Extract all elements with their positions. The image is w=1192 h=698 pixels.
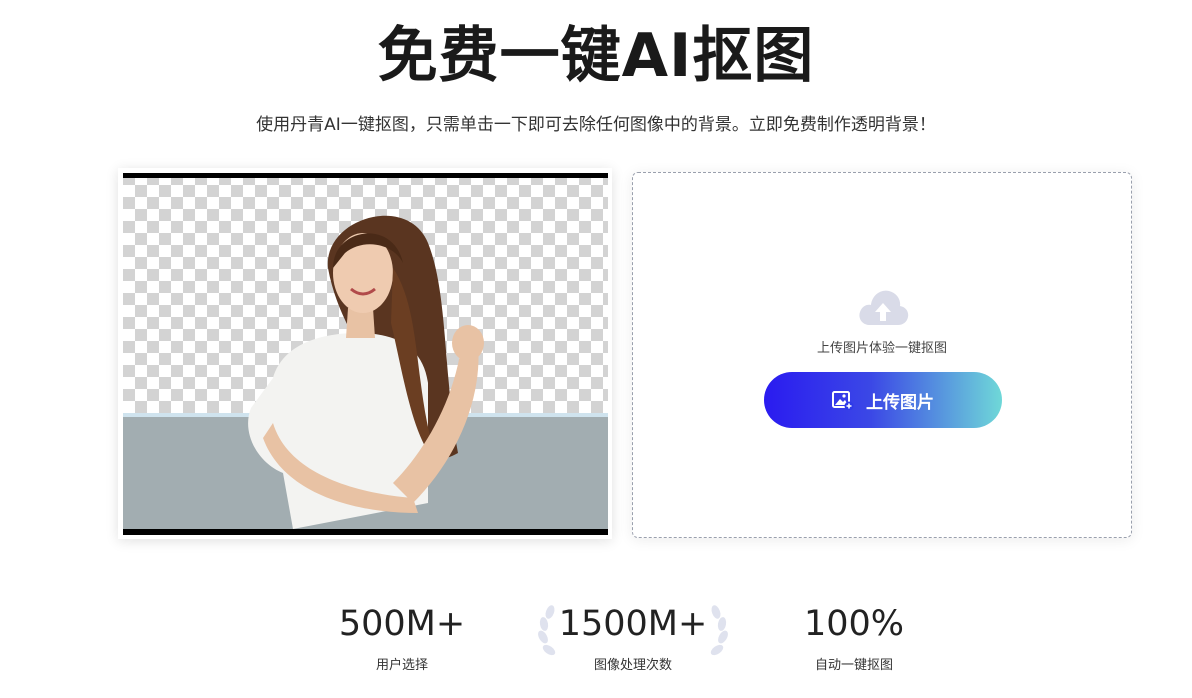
laurel-right-icon: [710, 605, 728, 656]
upload-button-label: 上传图片: [866, 392, 934, 413]
stat-users: 500M+ 用户选择: [292, 600, 512, 673]
demo-image-card: [118, 168, 612, 539]
cloud-upload-icon: [859, 290, 909, 325]
demo-image: [123, 173, 608, 535]
stat-label: 用户选择: [375, 658, 428, 673]
page-subtitle: 使用丹青AI一键抠图，只需单击一下即可去除任何图像中的背景。立即免费制作透明背景…: [256, 115, 936, 135]
stat-label: 自动一键抠图: [814, 658, 893, 673]
upload-hint: 上传图片体验一键抠图: [816, 341, 947, 356]
upload-dropzone[interactable]: 上传图片体验一键抠图 上传图片: [632, 172, 1132, 538]
upload-image-button[interactable]: 上传图片: [764, 372, 1002, 428]
page-title: 免费一键AI抠图: [377, 21, 815, 91]
image-add-icon: [832, 391, 854, 410]
stat-auto: 100% 自动一键抠图: [744, 600, 964, 673]
stat-value: 100%: [803, 604, 905, 644]
stat-value: 500M+: [338, 604, 466, 644]
